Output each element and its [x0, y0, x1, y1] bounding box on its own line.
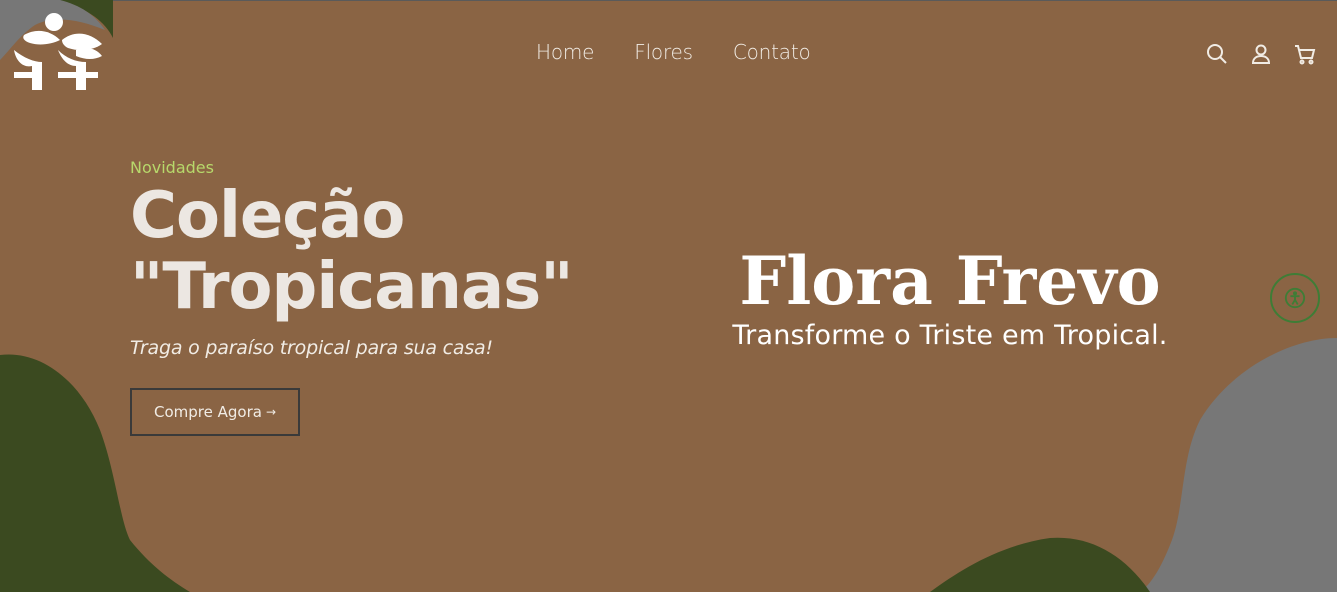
- logo-icon: [14, 13, 102, 90]
- hero-title: Coleção "Tropicanas": [130, 179, 574, 323]
- right-gray-blob: [1140, 338, 1337, 592]
- search-icon[interactable]: [1205, 42, 1229, 66]
- arrow-right-icon: →: [265, 405, 276, 419]
- nav-home[interactable]: Home: [536, 40, 594, 64]
- hero-kicker: Novidades: [130, 158, 214, 177]
- cart-icon[interactable]: [1293, 42, 1317, 66]
- nav-contato[interactable]: Contato: [733, 40, 811, 64]
- brand-block: Flora Frevo Transforme o Triste em Tropi…: [698, 244, 1202, 351]
- accessibility-icon: [1284, 287, 1306, 309]
- user-icon[interactable]: [1249, 42, 1273, 66]
- hero-section: Novidades Coleção "Tropicanas" Traga o p…: [130, 158, 574, 359]
- shop-now-button[interactable]: Compre Agora →: [130, 388, 300, 436]
- hero-title-line1: Coleção: [130, 179, 405, 253]
- header-icons: [1205, 42, 1317, 66]
- hero-subtitle: Traga o paraíso tropical para sua casa!: [130, 337, 493, 359]
- nav-flores[interactable]: Flores: [634, 40, 693, 64]
- bottom-green-blob: [930, 537, 1150, 592]
- brand-tagline: Transforme o Triste em Tropical.: [732, 320, 1168, 351]
- hero-title-line2: "Tropicanas": [130, 250, 574, 324]
- main-nav: Home Flores Contato: [536, 40, 811, 64]
- accessibility-button[interactable]: [1270, 273, 1320, 323]
- shop-now-label: Compre Agora: [154, 403, 262, 421]
- flora-frevo-logo[interactable]: [10, 10, 110, 94]
- brand-name: Flora Frevo: [739, 242, 1161, 320]
